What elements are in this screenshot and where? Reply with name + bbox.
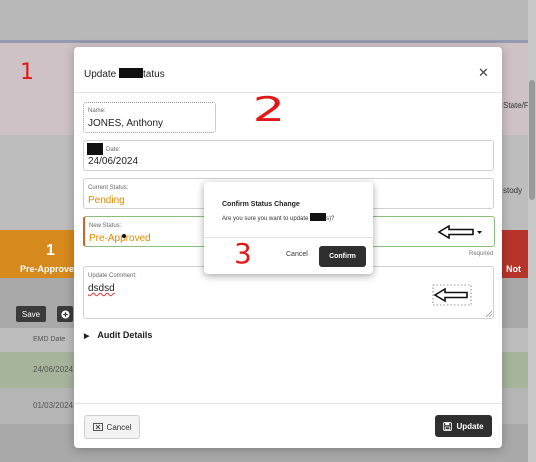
tile-label: Not <box>506 264 521 274</box>
tile-count: 1 <box>46 242 55 259</box>
confirm-status-change-popover: Confirm Status Change Are you sure you w… <box>204 182 373 274</box>
page-scrollbar-thumb[interactable] <box>529 80 535 200</box>
cursor-dot <box>122 234 126 238</box>
audit-details-toggle[interactable]: ▶ Audit Details <box>84 330 152 340</box>
required-label: Required <box>469 251 494 257</box>
cancel-button[interactable]: Cancel <box>84 415 140 439</box>
close-icon[interactable]: ✕ <box>478 65 489 81</box>
caret-right-icon: ▶ <box>84 333 90 340</box>
plus-circle-icon <box>60 309 70 319</box>
row-date: 24/06/2024 <box>33 365 74 374</box>
update-button[interactable]: Update <box>435 415 492 437</box>
background-right-text: stody <box>503 186 523 195</box>
redaction-block <box>87 143 103 155</box>
current-status-label: Current Status: <box>88 185 129 191</box>
background-add-button[interactable] <box>57 306 73 322</box>
dialog-title-suffix: tatus <box>143 69 165 80</box>
update-label: Update <box>456 421 484 431</box>
annotation-number-3: 3 <box>234 237 252 270</box>
comment-label: Update Comment: <box>88 273 137 279</box>
confirm-message-prefix: Are you sure you want to update <box>222 216 311 222</box>
save-disk-icon <box>443 421 453 431</box>
new-status-label: New Status: <box>89 223 122 229</box>
header-divider <box>74 92 502 93</box>
col-header-emd-date: EMD Date <box>33 336 66 343</box>
date-label: Date: <box>106 147 121 153</box>
comment-value: dsdsd <box>88 283 115 294</box>
date-value: 24/06/2024 <box>88 156 139 167</box>
redaction-block <box>119 68 144 78</box>
dialog-title-prefix: Update <box>84 69 120 80</box>
annotation-number-1: 1 <box>20 60 34 85</box>
tile-label: Pre-Approved <box>20 264 80 274</box>
confirm-title: Confirm Status Change <box>222 201 300 208</box>
row-date: 01/03/2024 <box>33 401 74 410</box>
annotation-arrow-icon <box>437 225 482 239</box>
confirm-divider <box>204 237 373 238</box>
confirm-button[interactable]: Confirm <box>319 246 366 267</box>
close-box-icon <box>92 423 103 431</box>
annotation-arrow-icon <box>432 284 472 306</box>
confirm-message: Are you sure you want to update s)? <box>222 213 334 222</box>
resize-handle-icon[interactable] <box>486 311 492 317</box>
footer-divider <box>74 403 502 404</box>
confirm-message-suffix: s)? <box>326 216 335 222</box>
page-scrollbar[interactable] <box>528 0 536 462</box>
name-label: Name: <box>88 108 106 114</box>
name-value: JONES, Anthony <box>88 118 164 129</box>
confirm-cancel-button[interactable]: Cancel <box>286 251 308 258</box>
background-topbar <box>0 0 536 40</box>
background-save-button[interactable]: Save <box>16 306 46 322</box>
redaction-block <box>310 213 327 221</box>
name-field[interactable]: Name: JONES, Anthony <box>83 102 216 133</box>
audit-details-label: Audit Details <box>97 330 153 340</box>
cancel-label: Cancel <box>106 422 132 432</box>
background-stripe <box>0 40 536 43</box>
new-status-value: Pre-Approved <box>89 233 151 244</box>
dialog-title: Update tatus <box>84 68 165 80</box>
current-status-value: Pending <box>88 195 125 206</box>
date-field[interactable]: Date: 24/06/2024 <box>83 140 494 171</box>
annotation-number-2: 2 <box>252 90 286 130</box>
